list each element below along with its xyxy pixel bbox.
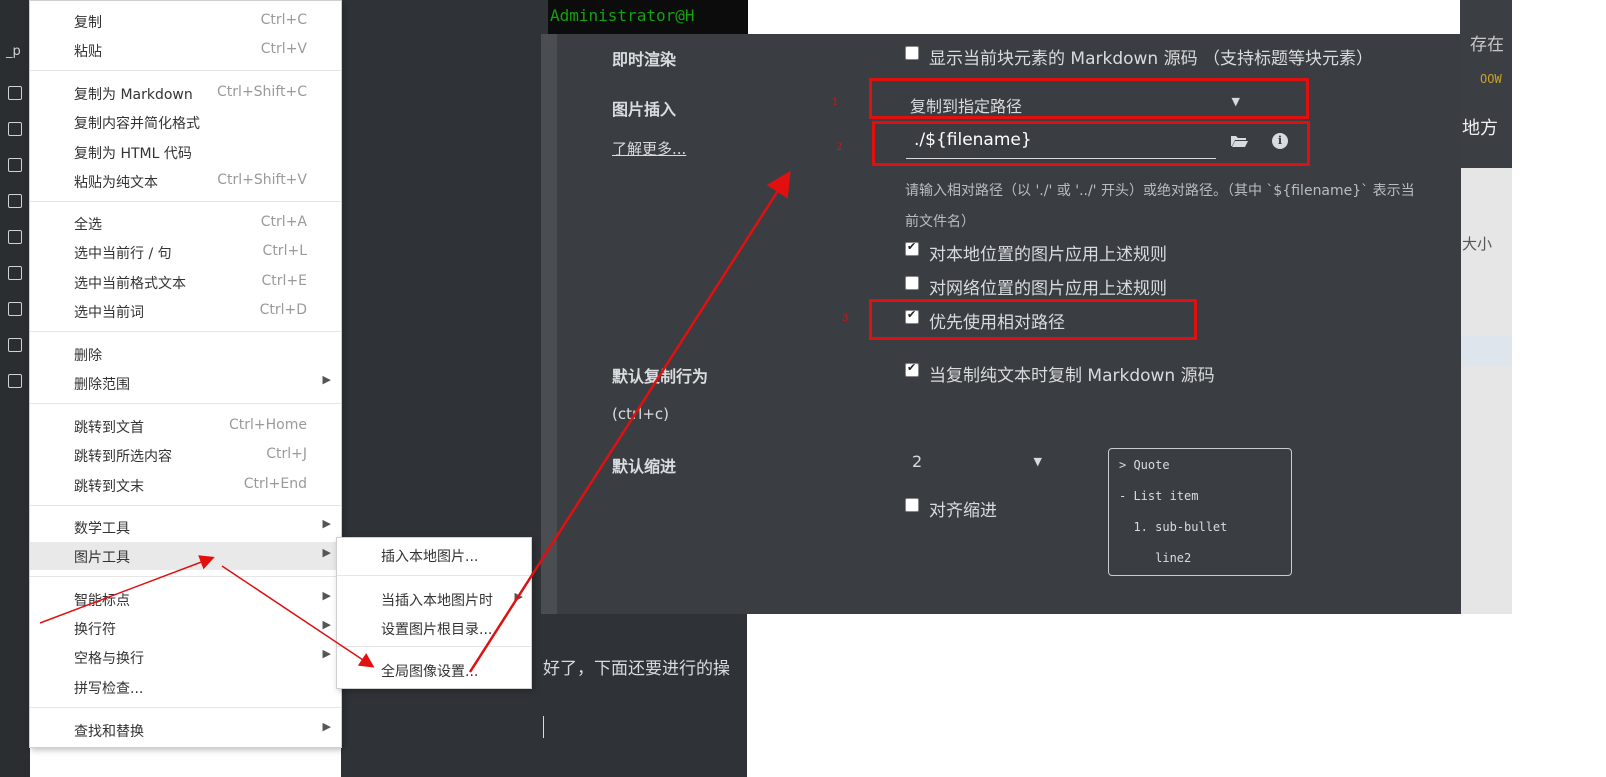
arrow-to-global-settings: [221, 565, 375, 668]
arrow-to-preferences: [468, 170, 791, 673]
arrow-to-image-tools: [39, 555, 215, 624]
annotation-arrows: [39, 170, 791, 673]
